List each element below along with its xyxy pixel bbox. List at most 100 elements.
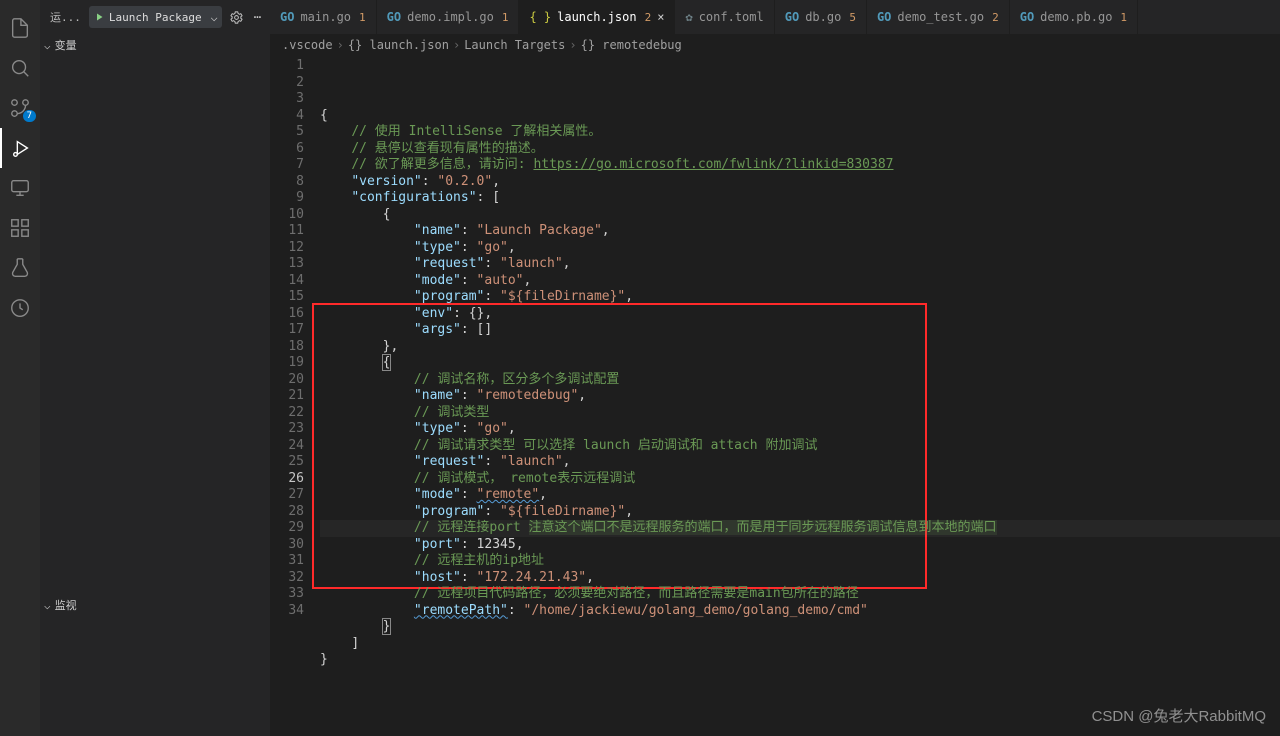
line-number: 2 — [270, 75, 304, 92]
editor[interactable]: 1234567891011121314151617181920212223242… — [270, 56, 1280, 736]
code-line[interactable]: } — [320, 619, 1280, 636]
line-number: 7 — [270, 157, 304, 174]
line-number: 22 — [270, 405, 304, 422]
section-watch[interactable]: ⌵ 监视 — [40, 594, 270, 616]
code-line[interactable]: { — [320, 108, 1280, 125]
line-number: 30 — [270, 537, 304, 554]
timeline-icon[interactable] — [0, 288, 40, 328]
line-number: 32 — [270, 570, 304, 587]
code-line[interactable]: // 调试类型 — [320, 405, 1280, 422]
tab-badge: 1 — [502, 11, 509, 24]
code-line[interactable]: // 远程连接port 注意这个端口不是远程服务的端口，而是用于同步远程服务调试… — [320, 520, 1280, 537]
breadcrumbs[interactable]: .vscode›{} launch.json›Launch Targets›{}… — [270, 34, 1280, 56]
code-line[interactable]: "request": "launch", — [320, 454, 1280, 471]
code-line[interactable]: "mode": "remote", — [320, 487, 1280, 504]
line-number: 12 — [270, 240, 304, 257]
tab-badge: 2 — [992, 11, 999, 24]
tab-label: demo_test.go — [897, 10, 984, 24]
tab-label: launch.json — [557, 10, 636, 24]
tab-launch.json[interactable]: { }launch.json2× — [519, 0, 675, 34]
gutter: 1234567891011121314151617181920212223242… — [270, 56, 320, 736]
code-line[interactable]: "type": "go", — [320, 421, 1280, 438]
activity-bar: 7 — [0, 0, 40, 736]
more-icon[interactable]: ⋯ — [251, 10, 264, 24]
code-line[interactable]: "host": "172.24.21.43", — [320, 570, 1280, 587]
code-line[interactable]: { — [320, 207, 1280, 224]
line-number: 33 — [270, 586, 304, 603]
code-line[interactable]: // 远程项目代码路径，必须要绝对路径，而且路径需要是main包所在的路径 — [320, 586, 1280, 603]
variables-body — [40, 56, 270, 594]
code-line[interactable]: // 使用 IntelliSense 了解相关属性。 — [320, 124, 1280, 141]
code-line[interactable]: ] — [320, 636, 1280, 653]
line-number: 5 — [270, 124, 304, 141]
breadcrumb-item[interactable]: {} launch.json — [348, 38, 449, 52]
go-icon: GO — [785, 10, 799, 24]
code-line[interactable]: // 调试模式， remote表示远程调试 — [320, 471, 1280, 488]
run-header: 运... Launch Package ⌵ ⋯ — [40, 0, 270, 34]
chevron-down-icon: ⌵ — [44, 599, 51, 612]
gear-icon[interactable] — [226, 10, 247, 25]
code-area[interactable]: { // 使用 IntelliSense 了解相关属性。 // 悬停以查看现有属… — [320, 56, 1280, 736]
tab-demo_test.go[interactable]: GOdemo_test.go2 — [867, 0, 1010, 34]
testing-icon[interactable] — [0, 248, 40, 288]
code-line[interactable]: "mode": "auto", — [320, 273, 1280, 290]
code-line[interactable]: } — [320, 652, 1280, 669]
line-number: 27 — [270, 487, 304, 504]
code-line[interactable]: "program": "${fileDirname}", — [320, 504, 1280, 521]
remote-explorer-icon[interactable] — [0, 168, 40, 208]
run-config-label: Launch Package — [109, 11, 209, 24]
tab-db.go[interactable]: GO db.go 5 — [775, 0, 867, 34]
extensions-icon[interactable] — [0, 208, 40, 248]
sidebar: 运... Launch Package ⌵ ⋯ ⌵ 变量 ⌵ 监视 — [40, 0, 270, 736]
breadcrumb-item[interactable]: .vscode — [282, 38, 333, 52]
line-number: 31 — [270, 553, 304, 570]
code-line[interactable]: "configurations": [ — [320, 190, 1280, 207]
line-number: 21 — [270, 388, 304, 405]
close-icon[interactable]: × — [657, 10, 664, 24]
line-number: 15 — [270, 289, 304, 306]
code-line[interactable]: // 欲了解更多信息，请访问: https://go.microsoft.com… — [320, 157, 1280, 174]
tab-label: demo.impl.go — [407, 10, 494, 24]
tab-demo.impl.go[interactable]: GOdemo.impl.go1 — [377, 0, 520, 34]
go-icon: GO — [1020, 10, 1034, 24]
code-line[interactable]: "program": "${fileDirname}", — [320, 289, 1280, 306]
code-line[interactable]: "remotePath": "/home/jackiewu/golang_dem… — [320, 603, 1280, 620]
code-line[interactable]: // 调试请求类型 可以选择 launch 启动调试和 attach 附加调试 — [320, 438, 1280, 455]
code-line[interactable]: "name": "remotedebug", — [320, 388, 1280, 405]
tab-label: db.go — [805, 10, 841, 24]
code-line[interactable]: "args": [] — [320, 322, 1280, 339]
line-number: 26 — [270, 471, 304, 488]
tab-label: main.go — [300, 10, 351, 24]
code-line[interactable]: }, — [320, 339, 1280, 356]
scm-badge: 7 — [23, 110, 36, 122]
tab-main.go[interactable]: GOmain.go1 — [270, 0, 377, 34]
tab-label: demo.pb.go — [1040, 10, 1112, 24]
source-control-icon[interactable]: 7 — [0, 88, 40, 128]
chevron-down-icon: ⌵ — [211, 10, 218, 24]
code-line[interactable]: { — [320, 355, 1280, 372]
code-line[interactable]: "type": "go", — [320, 240, 1280, 257]
tab-demo.pb.go[interactable]: GOdemo.pb.go1 — [1010, 0, 1138, 34]
watch-body — [40, 616, 270, 736]
code-line[interactable]: "name": "Launch Package", — [320, 223, 1280, 240]
breadcrumb-sep: › — [453, 38, 460, 52]
code-line[interactable]: // 悬停以查看现有属性的描述。 — [320, 141, 1280, 158]
code-line[interactable]: "request": "launch", — [320, 256, 1280, 273]
line-number: 18 — [270, 339, 304, 356]
breadcrumb-item[interactable]: Launch Targets — [464, 38, 565, 52]
tab-conf.toml[interactable]: ✿conf.toml — [675, 0, 774, 34]
code-line[interactable]: "version": "0.2.0", — [320, 174, 1280, 191]
section-variables[interactable]: ⌵ 变量 — [40, 34, 270, 56]
search-icon[interactable] — [0, 48, 40, 88]
line-number: 28 — [270, 504, 304, 521]
tab-badge: 5 — [849, 11, 856, 24]
run-debug-icon[interactable] — [0, 128, 40, 168]
code-line[interactable]: // 调试名称，区分多个多调试配置 — [320, 372, 1280, 389]
explorer-icon[interactable] — [0, 8, 40, 48]
code-line[interactable]: // 远程主机的ip地址 — [320, 553, 1280, 570]
breadcrumb-item[interactable]: {} remotedebug — [581, 38, 682, 52]
code-line[interactable]: "port": 12345, — [320, 537, 1280, 554]
code-line[interactable]: "env": {}, — [320, 306, 1280, 323]
run-config-selector[interactable]: Launch Package ⌵ — [89, 6, 222, 28]
line-number: 8 — [270, 174, 304, 191]
